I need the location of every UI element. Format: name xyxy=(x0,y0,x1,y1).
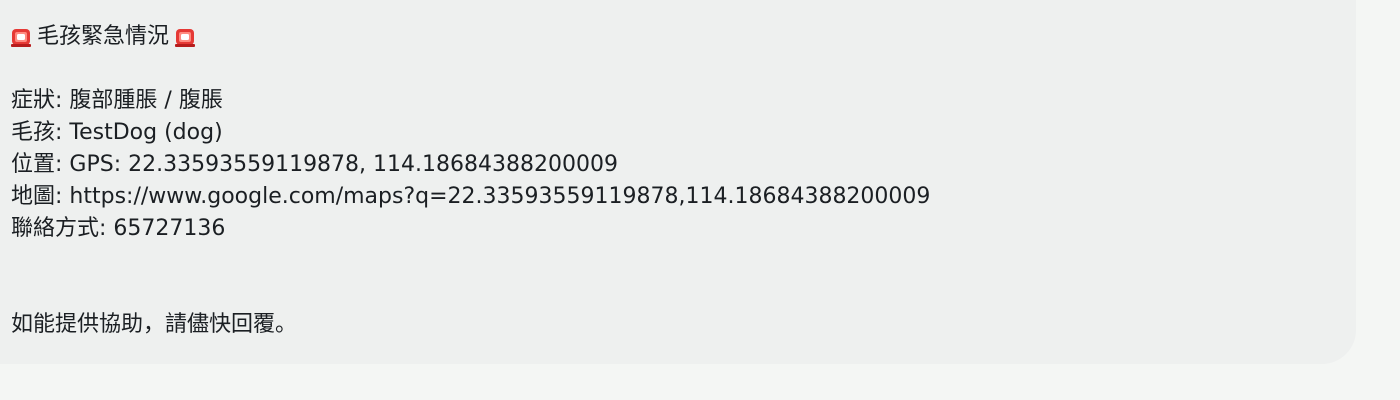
pet-label: 毛孩 xyxy=(11,120,56,145)
label-separator: : xyxy=(55,152,70,177)
message-title-row: 毛孩緊急情況 xyxy=(11,21,196,53)
map-link[interactable]: https://www.google.com/maps?q=22.3359355… xyxy=(69,184,930,209)
siren-icon xyxy=(11,26,31,48)
contact-line: 聯絡方式: 65727136 xyxy=(11,213,225,245)
label-separator: : xyxy=(99,216,114,241)
symptom-value: 腹部腫脹 / 腹脹 xyxy=(69,88,223,113)
location-label: 位置 xyxy=(11,152,56,177)
label-separator: : xyxy=(55,120,70,145)
label-separator: : xyxy=(55,88,70,113)
contact-value: 65727136 xyxy=(113,216,226,241)
closing-line: 如能提供協助，請儘快回覆。 xyxy=(11,312,298,337)
map-line: 地圖: https://www.google.com/maps?q=22.335… xyxy=(11,181,930,213)
message-bubble: 毛孩緊急情況 症狀: 腹部腫脹 / 腹脹 毛孩: TestDog (dog) 位… xyxy=(0,0,1356,364)
location-line: 位置: GPS: 22.33593559119878, 114.18684388… xyxy=(11,149,618,181)
message-title: 毛孩緊急情況 xyxy=(37,24,170,49)
contact-label: 聯絡方式 xyxy=(11,216,100,241)
symptom-line: 症狀: 腹部腫脹 / 腹脹 xyxy=(11,85,223,117)
label-separator: : xyxy=(55,184,70,209)
pet-line: 毛孩: TestDog (dog) xyxy=(11,117,223,149)
pet-value: TestDog (dog) xyxy=(69,120,223,145)
map-label: 地圖 xyxy=(11,184,56,209)
location-value: GPS: 22.33593559119878, 114.186843882000… xyxy=(69,152,618,177)
symptom-label: 症狀 xyxy=(11,88,56,113)
siren-icon xyxy=(175,26,196,48)
